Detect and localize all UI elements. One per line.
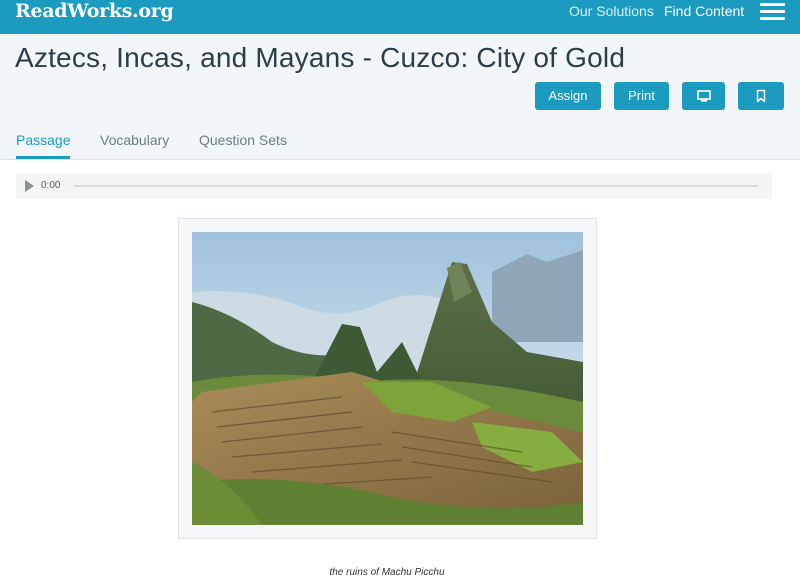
readworks-logo[interactable]: ReadWorks.org bbox=[15, 0, 174, 22]
print-button[interactable]: Print bbox=[614, 82, 669, 110]
audio-player: 0:00 bbox=[16, 173, 772, 199]
top-navigation-bar: ReadWorks.org Our Solutions Find Content bbox=[0, 0, 800, 34]
mountain-ruins-photo bbox=[192, 232, 583, 525]
tab-vocabulary[interactable]: Vocabulary bbox=[100, 132, 169, 148]
audio-progress-track[interactable] bbox=[74, 185, 758, 187]
find-content-link[interactable]: Find Content bbox=[664, 3, 744, 19]
play-icon[interactable] bbox=[25, 180, 34, 192]
our-solutions-link[interactable]: Our Solutions bbox=[569, 3, 654, 19]
tab-passage[interactable]: Passage bbox=[16, 132, 71, 159]
bookmark-button[interactable] bbox=[738, 82, 784, 110]
hamburger-menu-icon[interactable] bbox=[760, 2, 785, 22]
page-title: Aztecs, Incas, and Mayans - Cuzco: City … bbox=[15, 42, 626, 73]
assign-button[interactable]: Assign bbox=[535, 82, 601, 110]
tab-question-sets[interactable]: Question Sets bbox=[199, 132, 287, 148]
monitor-icon bbox=[696, 90, 711, 102]
passage-figure bbox=[178, 218, 597, 539]
passage-header: Aztecs, Incas, and Mayans - Cuzco: City … bbox=[0, 34, 800, 160]
figure-caption: the ruins of Machu Picchu bbox=[329, 567, 445, 578]
audio-time: 0:00 bbox=[41, 180, 61, 191]
bookmark-icon bbox=[756, 89, 766, 103]
present-button[interactable] bbox=[682, 82, 725, 110]
